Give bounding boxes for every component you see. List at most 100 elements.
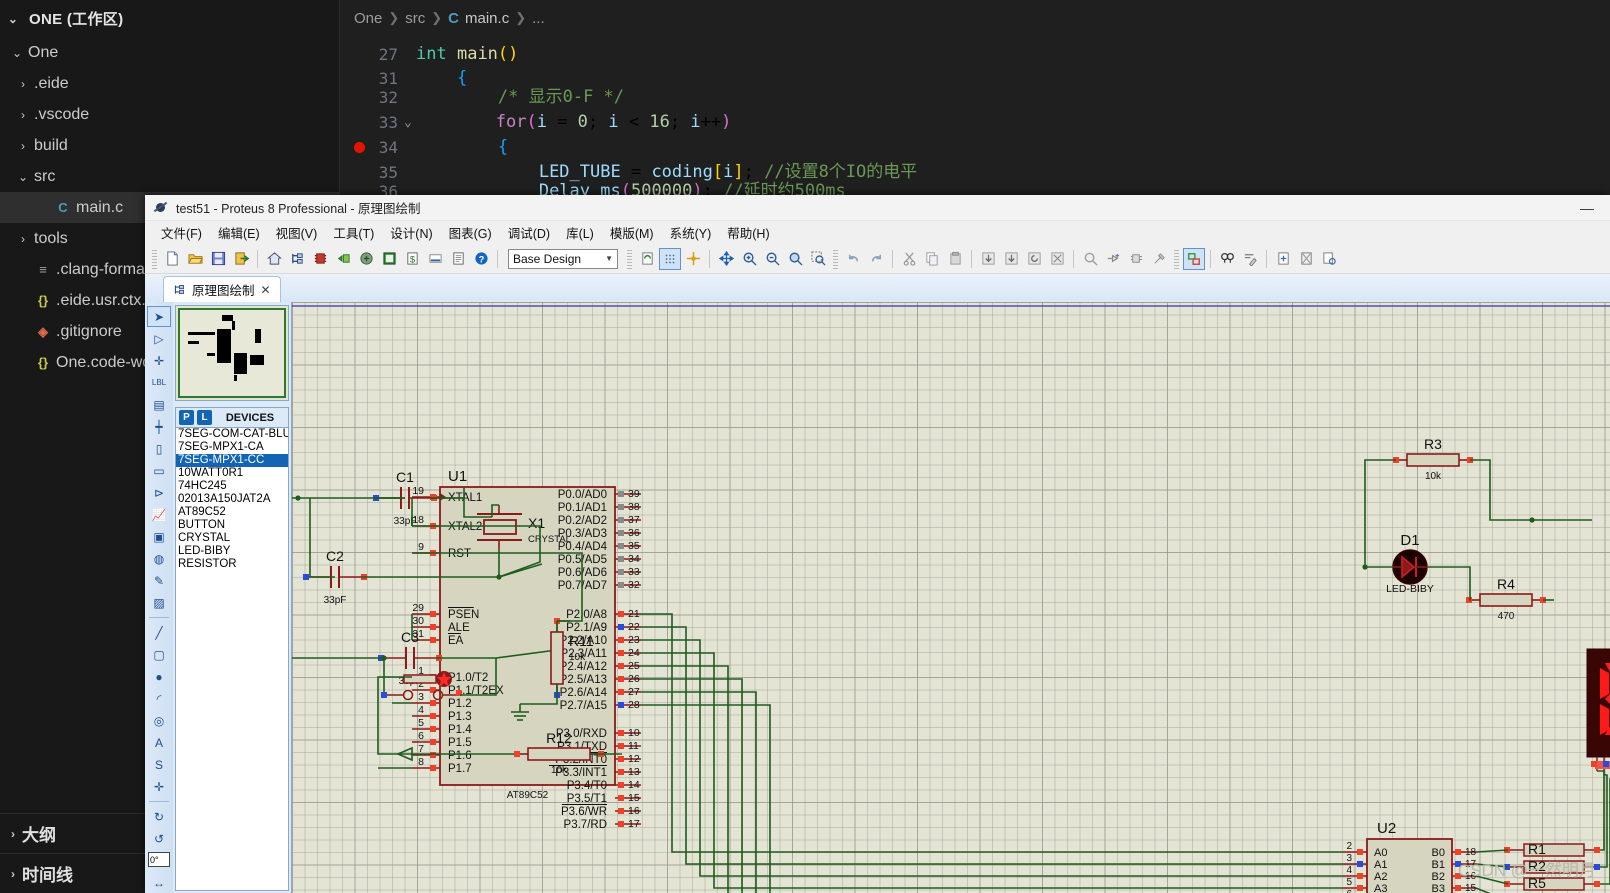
zoom-area-icon[interactable]: [784, 248, 806, 270]
resistor-body[interactable]: [550, 631, 564, 685]
breadcrumb-item-one[interactable]: One: [354, 10, 382, 27]
refresh-icon[interactable]: [636, 248, 658, 270]
block-rotate-icon[interactable]: [1023, 248, 1045, 270]
menu-item-6[interactable]: 调试(D): [500, 221, 558, 244]
device-list-item[interactable]: BUTTON: [176, 519, 288, 532]
grid-icon[interactable]: [659, 247, 681, 270]
component-mode-icon[interactable]: ▷: [147, 328, 171, 349]
3d-view-icon[interactable]: [332, 248, 354, 270]
menu-item-9[interactable]: 系统(Y): [662, 221, 720, 244]
menu-item-2[interactable]: 视图(V): [268, 221, 326, 244]
search-tag-icon[interactable]: [1216, 248, 1238, 270]
arc-mode-icon[interactable]: ◜: [147, 688, 171, 709]
toolbar-grip[interactable]: [833, 248, 838, 269]
remove-sheet-icon[interactable]: [1295, 248, 1317, 270]
cut-icon[interactable]: [898, 248, 920, 270]
pan-icon[interactable]: [715, 248, 737, 270]
paste-icon[interactable]: [944, 248, 966, 270]
schematic-canvas[interactable]: U1 AT89C52 19 XTAL1 18 XTAL2 9 RST 29 PSEN 30 ALE 31…: [291, 302, 1610, 893]
device-list-item[interactable]: 7SEG-COM-CAT-BLUE: [176, 428, 288, 441]
library-icon[interactable]: L: [197, 410, 212, 425]
rotate-anticlockwise-icon[interactable]: ↺: [147, 828, 171, 849]
symbol-mode-icon[interactable]: S: [147, 754, 171, 775]
menu-item-0[interactable]: 文件(F): [153, 221, 210, 244]
simulation-icon[interactable]: [355, 248, 377, 270]
close-icon[interactable]: ✕: [261, 283, 271, 297]
circle-mode-icon[interactable]: ●: [147, 666, 171, 687]
tree-item-build[interactable]: › build: [0, 130, 339, 161]
decompose-icon[interactable]: [1148, 248, 1170, 270]
export-icon[interactable]: [230, 248, 252, 270]
tape-recorder-mode-icon[interactable]: ▣: [147, 526, 171, 547]
copy-icon[interactable]: [921, 248, 943, 270]
mode-toolbar[interactable]: ➤ ▷ ✛ LBL ▤ ┿ ▯ ▭ ⊳ 📈 ▣ ◍ ✎ ▨ ╱ ▢ ● ◜ ◎ A S ✛ ↻ ↺ 0° ↔: [145, 302, 173, 893]
voltage-probe-mode-icon[interactable]: ✎: [147, 570, 171, 591]
rotation-input[interactable]: 0°: [148, 852, 170, 867]
tree-item--vscode[interactable]: › .vscode: [0, 99, 339, 130]
menu-item-4[interactable]: 设计(N): [382, 221, 440, 244]
breadcrumb-item-src[interactable]: src: [405, 10, 425, 27]
block-move-icon[interactable]: [1000, 248, 1022, 270]
proteus-toolbar[interactable]: $ ? Base Design ▼: [145, 244, 1610, 274]
device-pin-mode-icon[interactable]: ⊳: [147, 482, 171, 503]
make-device-icon[interactable]: [1102, 248, 1124, 270]
toolbar-grip[interactable]: [627, 248, 632, 269]
menu-item-5[interactable]: 图表(G): [441, 221, 500, 244]
tree-item-src[interactable]: ⌄ src: [0, 161, 339, 192]
device-list-item[interactable]: 10WATT0R1: [176, 467, 288, 480]
redo-icon[interactable]: [865, 248, 887, 270]
terminals-mode-icon[interactable]: ▭: [147, 460, 171, 481]
bus-mode-icon[interactable]: ┿: [147, 416, 171, 437]
marker-mode-icon[interactable]: ✛: [147, 776, 171, 797]
resistor-body[interactable]: [1406, 453, 1460, 467]
subcircuit-mode-icon[interactable]: ▯: [147, 438, 171, 459]
code-lines[interactable]: 31 {32 /* 显示0-F */33 ⌄ for(i = 0; i < 16;…: [340, 68, 1610, 201]
document-icon[interactable]: [447, 248, 469, 270]
path-mode-icon[interactable]: ◎: [147, 710, 171, 731]
toolbar-grip[interactable]: [152, 248, 157, 269]
code-line[interactable]: 33 ⌄ for(i = 0; i < 16; i++): [340, 110, 1610, 135]
menu-item-3[interactable]: 工具(T): [325, 221, 382, 244]
packaging-tool-icon[interactable]: [1125, 248, 1147, 270]
undo-icon[interactable]: [842, 248, 864, 270]
device-list-item[interactable]: 7SEG-MPX1-CA: [176, 441, 288, 454]
virtual-instrument-mode-icon[interactable]: ▨: [147, 592, 171, 613]
new-sheet-icon[interactable]: [1272, 248, 1294, 270]
tree-item-one[interactable]: ⌄ One: [0, 37, 339, 68]
menu-item-7[interactable]: 库(L): [558, 221, 602, 244]
overview-preview[interactable]: [175, 305, 289, 401]
bill-of-materials-icon[interactable]: $: [401, 248, 423, 270]
block-delete-icon[interactable]: [1046, 248, 1068, 270]
property-assignment-icon[interactable]: [1239, 248, 1261, 270]
code-line[interactable]: 32 /* 显示0-F */: [340, 85, 1610, 110]
pcb-layout-icon[interactable]: [309, 248, 331, 270]
zoom-in-icon[interactable]: [738, 248, 760, 270]
device-list-item[interactable]: CRYSTAL: [176, 532, 288, 545]
device-list-item[interactable]: LED-BIBY: [176, 545, 288, 558]
device-list-item[interactable]: AT89C52: [176, 506, 288, 519]
device-list-item[interactable]: 74HC245: [176, 480, 288, 493]
selection-mode-icon[interactable]: ➤: [147, 306, 171, 327]
menu-item-8[interactable]: 模版(M): [602, 221, 662, 244]
zoom-sheet-icon[interactable]: [1318, 248, 1340, 270]
code-line[interactable]: 34 {: [340, 135, 1610, 160]
home-icon[interactable]: [263, 248, 285, 270]
help-icon[interactable]: ?: [470, 248, 492, 270]
rotate-clockwise-icon[interactable]: ↻: [147, 806, 171, 827]
text-mode-icon[interactable]: A: [147, 732, 171, 753]
schematic-capture-icon[interactable]: [286, 248, 308, 270]
wire-autorouter-icon[interactable]: [1183, 247, 1205, 270]
minimize-button[interactable]: —: [1564, 200, 1610, 216]
breadcrumb[interactable]: One ❯ src ❯ C main.c ❯ ...: [340, 0, 1610, 36]
wire-label-mode-icon[interactable]: LBL: [147, 372, 171, 393]
breadcrumb-item-more[interactable]: ...: [532, 10, 545, 27]
text-script-mode-icon[interactable]: ▤: [147, 394, 171, 415]
generator-mode-icon[interactable]: ◍: [147, 548, 171, 569]
zoom-selection-icon[interactable]: [807, 248, 829, 270]
crystal-body[interactable]: [483, 519, 517, 535]
breakpoint-marker[interactable]: [354, 142, 365, 153]
block-copy-icon[interactable]: [977, 248, 999, 270]
design-mode-combo[interactable]: Base Design ▼: [508, 248, 618, 269]
code-line[interactable]: 31 {: [340, 68, 1610, 88]
fold-chevron-icon[interactable]: ⌄: [404, 110, 412, 135]
